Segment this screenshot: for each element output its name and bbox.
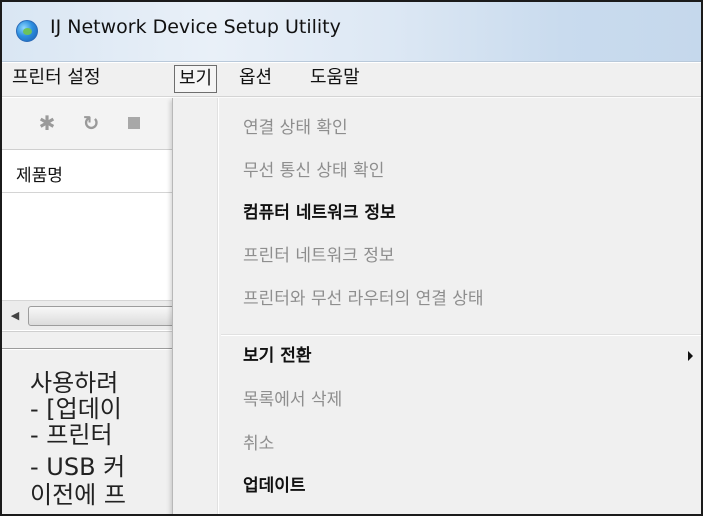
scroll-left-arrow-icon[interactable]: ◀ [6, 307, 24, 325]
description-line: - [업데이 [30, 395, 122, 423]
menu-item-check-wireless-status[interactable]: 무선 통신 상태 확인 [243, 153, 384, 189]
pane-splitter[interactable] [2, 331, 172, 349]
menu-item-printer-router-connection[interactable]: 프린터와 무선 라우터의 연결 상태 [243, 281, 484, 317]
window-title: IJ Network Device Setup Utility [50, 16, 341, 38]
menu-item-update[interactable]: 업데이트 [243, 468, 306, 504]
description-panel: 사용하려 - [업데이 - 프린터 - USB 커 이전에 프 [2, 350, 172, 514]
gear-icon[interactable]: ✱ [36, 112, 58, 134]
menu-item-cancel[interactable]: 취소 [243, 426, 274, 462]
description-line: - 프린터 [30, 421, 113, 449]
view-dropdown-menu: 연결 상태 확인 무선 통신 상태 확인 컴퓨터 네트워크 정보 프린터 네트워… [172, 98, 701, 514]
product-list-header[interactable]: 제품명 [2, 151, 172, 193]
horizontal-scrollbar[interactable]: ◀ [2, 300, 188, 330]
product-list[interactable] [2, 194, 172, 300]
menu-help[interactable]: 도움말 [306, 65, 364, 93]
app-globe-icon [16, 20, 38, 42]
app-window: IJ Network Device Setup Utility 프린터 설정 보… [0, 0, 703, 516]
product-name-column-header: 제품명 [16, 166, 63, 186]
description-line: - USB 커 [30, 453, 126, 481]
scrollbar-thumb[interactable] [28, 306, 188, 326]
description-line: 이전에 프 [30, 481, 126, 509]
menu-options[interactable]: 옵션 [235, 65, 276, 93]
toolbar: ✱ ↻ [2, 98, 172, 150]
description-line: 사용하려 [30, 369, 119, 397]
menu-item-remove-from-list[interactable]: 목록에서 삭제 [243, 382, 342, 418]
menu-item-computer-network-info[interactable]: 컴퓨터 네트워크 정보 [243, 195, 396, 231]
menu-item-printer-network-info[interactable]: 프린터 네트워크 정보 [243, 238, 395, 274]
menu-icon-gutter [217, 98, 219, 514]
title-bar[interactable]: IJ Network Device Setup Utility [2, 2, 701, 62]
menu-item-switch-view[interactable]: 보기 전환 [243, 338, 311, 374]
stop-icon[interactable] [128, 117, 140, 129]
menu-bar: 프린터 설정 보기 옵션 도움말 [2, 63, 701, 97]
submenu-arrow-icon [688, 351, 693, 361]
menu-view[interactable]: 보기 [174, 65, 218, 93]
menu-separator [221, 334, 701, 336]
menu-printer-settings[interactable]: 프린터 설정 [8, 65, 105, 93]
refresh-icon[interactable]: ↻ [80, 112, 102, 134]
menu-item-check-connection-status[interactable]: 연결 상태 확인 [243, 110, 348, 146]
